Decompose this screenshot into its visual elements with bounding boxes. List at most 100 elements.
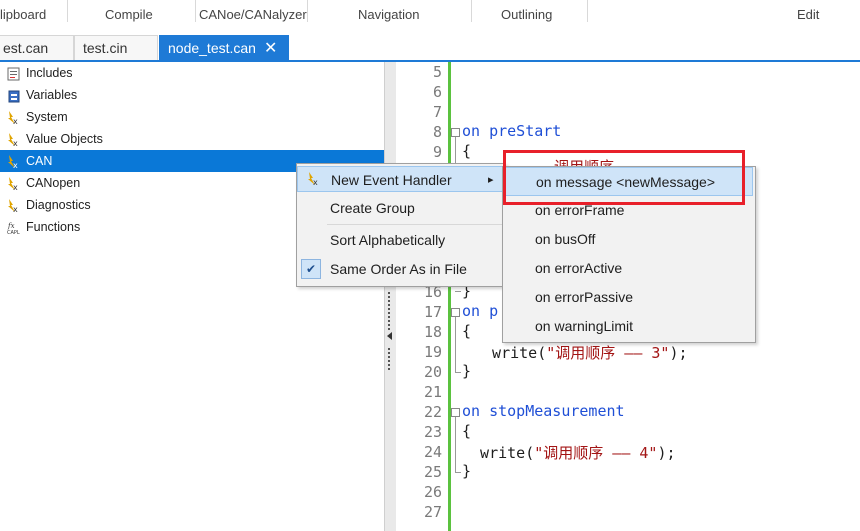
menu-item-label: Sort Alphabetically [330, 232, 446, 248]
menu-item-on-busoff[interactable]: on busOff [503, 225, 753, 254]
close-icon[interactable]: ✕ [264, 40, 277, 57]
tree-item-label: Value Objects [26, 132, 103, 146]
ribbon-separator [67, 0, 68, 22]
splitter-grip-dot [388, 352, 390, 354]
menu-item-on-warninglimit[interactable]: on warningLimit [503, 312, 753, 341]
code-keyword: on [462, 302, 481, 320]
splitter-grip-dot [388, 324, 390, 326]
menu-item-label: New Event Handler [331, 172, 452, 188]
menu-separator [327, 224, 503, 225]
line-number: 6 [432, 83, 442, 101]
ribbon-group-compile: Compile [105, 7, 153, 22]
code-line: } [462, 462, 471, 480]
splitter-grip-dot [388, 296, 390, 298]
code-text: { [462, 142, 472, 160]
line-number: 21 [423, 383, 442, 401]
splitter-grip-dot [388, 356, 390, 358]
tree-item-variables[interactable]: Variables [0, 84, 384, 106]
fold-guide-end [455, 372, 461, 373]
fold-guide-end [455, 291, 461, 292]
menu-item-label: on warningLimit [535, 318, 634, 334]
code-text: write( [462, 444, 535, 462]
ribbon-group-navigation: Navigation [358, 7, 420, 22]
event-handler-icon: x [3, 154, 21, 170]
splitter-grip-dot [388, 368, 390, 370]
line-number: 25 [423, 463, 442, 481]
menu-item-same-order-as-in-file[interactable]: ✔ Same Order As in File [297, 256, 503, 282]
menu-item-new-event-handler[interactable]: x New Event Handler ▸ [297, 166, 503, 192]
line-number: 27 [423, 503, 442, 521]
code-text: ); [657, 444, 676, 462]
line-number-gutter: 5 6 7 8 9 16 17 18 19 20 21 22 23 24 25 … [396, 62, 446, 531]
splitter-grip-dot [388, 300, 390, 302]
svg-text:x: x [13, 161, 18, 169]
code-string: "调用顺序 —— 3" [546, 344, 670, 362]
tree-item-label: Diagnostics [26, 198, 91, 212]
menu-item-create-group[interactable]: Create Group [297, 195, 503, 221]
splitter-grip-dot [388, 320, 390, 322]
svg-text:CAPL: CAPL [7, 230, 20, 235]
tree-item-includes[interactable]: Includes [0, 62, 384, 84]
line-number: 5 [432, 63, 442, 81]
event-handler-icon: x [3, 110, 21, 126]
tree-item-label: Variables [26, 88, 78, 102]
event-handler-icon: x [3, 132, 21, 148]
tab-node-test-can[interactable]: node_test.can ✕ [159, 35, 289, 60]
line-number: 26 [423, 483, 442, 501]
splitter-grip-dot [388, 348, 390, 350]
tab-test-cin[interactable]: test.cin [74, 35, 158, 60]
line-number: 9 [432, 143, 442, 161]
includes-icon [3, 66, 21, 81]
line-number: 19 [423, 343, 442, 361]
splitter-grip-dot [388, 312, 390, 314]
tree-item-label: CANopen [26, 176, 81, 190]
event-handler-icon: x [3, 176, 21, 192]
svg-text:x: x [13, 117, 18, 125]
line-number: 24 [423, 443, 442, 461]
code-line: on stopMeasurement [462, 402, 625, 420]
splitter-grip-dot [388, 360, 390, 362]
menu-item-sort-alphabetically[interactable]: Sort Alphabetically [297, 227, 503, 253]
submenu-arrow-icon: ▸ [488, 174, 494, 186]
tab-label: node_test.can [168, 40, 256, 56]
fold-toggle-icon[interactable] [451, 408, 460, 417]
svg-text:x: x [13, 139, 18, 147]
menu-item-label: on errorPassive [535, 289, 634, 305]
tree-item-label: System [26, 110, 68, 124]
menu-item-on-erroractive[interactable]: on errorActive [503, 254, 753, 283]
line-number: 23 [423, 423, 442, 441]
code-text: { [462, 422, 472, 440]
code-line: on p [462, 302, 498, 320]
ribbon-separator [307, 0, 308, 22]
svg-text:x: x [313, 178, 318, 186]
line-number: 17 [423, 303, 442, 321]
collapse-arrow-icon[interactable] [387, 332, 393, 340]
splitter-grip-dot [388, 328, 390, 330]
fold-toggle-icon[interactable] [451, 128, 460, 137]
code-line: { [462, 142, 471, 160]
code-line: write("调用顺序 —— 4"); [462, 442, 676, 463]
object-tree: Includes Variables x System x Value Obje… [0, 62, 384, 531]
menu-item-on-errorpassive[interactable]: on errorPassive [503, 283, 753, 312]
tree-item-value-objects[interactable]: x Value Objects [0, 128, 384, 150]
code-line: { [462, 422, 471, 440]
ribbon-group-clipboard: lipboard [0, 7, 47, 22]
tab-test-can[interactable]: est.can [0, 35, 74, 60]
svg-text:x: x [13, 205, 18, 213]
ribbon-group-canoe-canalyzer: CANoe/CANalyzer [199, 7, 307, 22]
menu-item-label: on errorActive [535, 260, 623, 276]
code-keyword: on [462, 122, 481, 140]
line-number: 20 [423, 363, 442, 381]
line-number: 8 [432, 123, 442, 141]
fold-guide-line [455, 417, 456, 472]
tree-item-label: Functions [26, 220, 81, 234]
code-text: write( [474, 344, 547, 362]
fold-toggle-icon[interactable] [451, 308, 460, 317]
tree-item-system[interactable]: x System [0, 106, 384, 128]
splitter-grip-dot [388, 364, 390, 366]
code-text: } [462, 362, 472, 380]
ribbon-separator [195, 0, 196, 22]
document-tab-bar: est.can test.cin node_test.can ✕ [0, 31, 860, 62]
ribbon-group-labels: lipboard Compile CANoe/CANalyzer Navigat… [0, 0, 860, 32]
svg-text:x: x [13, 183, 18, 191]
